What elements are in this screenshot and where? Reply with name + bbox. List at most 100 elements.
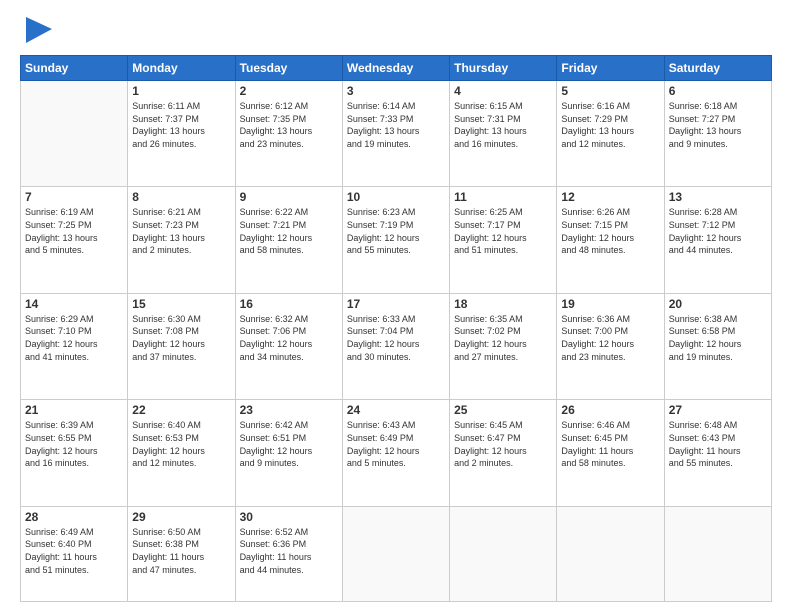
calendar-cell: 9 Sunrise: 6:22 AM Sunset: 7:21 PM Daylig… [235, 187, 342, 293]
cell-info: Sunrise: 6:33 AM Sunset: 7:04 PM Dayligh… [347, 313, 445, 363]
day-number: 5 [561, 84, 659, 98]
calendar-cell: 16 Sunrise: 6:32 AM Sunset: 7:06 PM Dayli… [235, 293, 342, 399]
day-number: 13 [669, 190, 767, 204]
cell-info: Sunrise: 6:23 AM Sunset: 7:19 PM Dayligh… [347, 206, 445, 256]
calendar-cell [21, 81, 128, 187]
logo [20, 15, 54, 45]
day-number: 14 [25, 297, 123, 311]
header [20, 15, 772, 45]
cell-info: Sunrise: 6:40 AM Sunset: 6:53 PM Dayligh… [132, 419, 230, 469]
day-number: 29 [132, 510, 230, 524]
calendar-cell: 21 Sunrise: 6:39 AM Sunset: 6:55 PM Dayli… [21, 400, 128, 506]
cell-info: Sunrise: 6:15 AM Sunset: 7:31 PM Dayligh… [454, 100, 552, 150]
day-number: 27 [669, 403, 767, 417]
calendar-cell: 19 Sunrise: 6:36 AM Sunset: 7:00 PM Dayli… [557, 293, 664, 399]
cell-info: Sunrise: 6:49 AM Sunset: 6:40 PM Dayligh… [25, 526, 123, 576]
day-number: 23 [240, 403, 338, 417]
calendar-cell [342, 506, 449, 601]
weekday-header: Saturday [664, 56, 771, 81]
day-number: 18 [454, 297, 552, 311]
day-number: 16 [240, 297, 338, 311]
day-number: 15 [132, 297, 230, 311]
day-number: 30 [240, 510, 338, 524]
day-number: 2 [240, 84, 338, 98]
calendar-table: SundayMondayTuesdayWednesdayThursdayFrid… [20, 55, 772, 602]
cell-info: Sunrise: 6:45 AM Sunset: 6:47 PM Dayligh… [454, 419, 552, 469]
day-number: 26 [561, 403, 659, 417]
calendar-header-row: SundayMondayTuesdayWednesdayThursdayFrid… [21, 56, 772, 81]
calendar-cell [557, 506, 664, 601]
calendar-cell: 26 Sunrise: 6:46 AM Sunset: 6:45 PM Dayli… [557, 400, 664, 506]
cell-info: Sunrise: 6:43 AM Sunset: 6:49 PM Dayligh… [347, 419, 445, 469]
calendar-cell: 12 Sunrise: 6:26 AM Sunset: 7:15 PM Dayli… [557, 187, 664, 293]
cell-info: Sunrise: 6:22 AM Sunset: 7:21 PM Dayligh… [240, 206, 338, 256]
calendar-week-row: 21 Sunrise: 6:39 AM Sunset: 6:55 PM Dayli… [21, 400, 772, 506]
calendar-cell: 22 Sunrise: 6:40 AM Sunset: 6:53 PM Dayli… [128, 400, 235, 506]
cell-info: Sunrise: 6:35 AM Sunset: 7:02 PM Dayligh… [454, 313, 552, 363]
calendar-cell: 5 Sunrise: 6:16 AM Sunset: 7:29 PM Daylig… [557, 81, 664, 187]
day-number: 22 [132, 403, 230, 417]
calendar-week-row: 1 Sunrise: 6:11 AM Sunset: 7:37 PM Daylig… [21, 81, 772, 187]
cell-info: Sunrise: 6:18 AM Sunset: 7:27 PM Dayligh… [669, 100, 767, 150]
day-number: 3 [347, 84, 445, 98]
calendar-cell [450, 506, 557, 601]
calendar-cell: 11Sunrise: 6:25 AM Sunset: 7:17 PM Dayli… [450, 187, 557, 293]
calendar-cell: 15 Sunrise: 6:30 AM Sunset: 7:08 PM Dayli… [128, 293, 235, 399]
calendar-week-row: 28 Sunrise: 6:49 AM Sunset: 6:40 PM Dayli… [21, 506, 772, 601]
weekday-header: Friday [557, 56, 664, 81]
logo-icon [24, 15, 54, 45]
calendar-cell: 17 Sunrise: 6:33 AM Sunset: 7:04 PM Dayli… [342, 293, 449, 399]
cell-info: Sunrise: 6:30 AM Sunset: 7:08 PM Dayligh… [132, 313, 230, 363]
day-number: 8 [132, 190, 230, 204]
cell-info: Sunrise: 6:21 AM Sunset: 7:23 PM Dayligh… [132, 206, 230, 256]
cell-info: Sunrise: 6:28 AM Sunset: 7:12 PM Dayligh… [669, 206, 767, 256]
day-number: 6 [669, 84, 767, 98]
cell-info: Sunrise: 6:46 AM Sunset: 6:45 PM Dayligh… [561, 419, 659, 469]
cell-info: Sunrise: 6:36 AM Sunset: 7:00 PM Dayligh… [561, 313, 659, 363]
weekday-header: Tuesday [235, 56, 342, 81]
day-number: 10 [347, 190, 445, 204]
cell-info: Sunrise: 6:39 AM Sunset: 6:55 PM Dayligh… [25, 419, 123, 469]
calendar-week-row: 14 Sunrise: 6:29 AM Sunset: 7:10 PM Dayli… [21, 293, 772, 399]
calendar-cell: 1 Sunrise: 6:11 AM Sunset: 7:37 PM Daylig… [128, 81, 235, 187]
cell-info: Sunrise: 6:29 AM Sunset: 7:10 PM Dayligh… [25, 313, 123, 363]
cell-info: Sunrise: 6:38 AM Sunset: 6:58 PM Dayligh… [669, 313, 767, 363]
cell-info: Sunrise: 6:32 AM Sunset: 7:06 PM Dayligh… [240, 313, 338, 363]
calendar-cell: 24 Sunrise: 6:43 AM Sunset: 6:49 PM Dayli… [342, 400, 449, 506]
cell-info: Sunrise: 6:25 AM Sunset: 7:17 PM Dayligh… [454, 206, 552, 256]
day-number: 9 [240, 190, 338, 204]
calendar-cell: 3 Sunrise: 6:14 AM Sunset: 7:33 PM Daylig… [342, 81, 449, 187]
cell-info: Sunrise: 6:50 AM Sunset: 6:38 PM Dayligh… [132, 526, 230, 576]
cell-info: Sunrise: 6:26 AM Sunset: 7:15 PM Dayligh… [561, 206, 659, 256]
day-number: 17 [347, 297, 445, 311]
calendar-cell: 27Sunrise: 6:48 AM Sunset: 6:43 PM Dayli… [664, 400, 771, 506]
cell-info: Sunrise: 6:16 AM Sunset: 7:29 PM Dayligh… [561, 100, 659, 150]
calendar-cell: 25 Sunrise: 6:45 AM Sunset: 6:47 PM Dayli… [450, 400, 557, 506]
day-number: 19 [561, 297, 659, 311]
calendar-cell: 28 Sunrise: 6:49 AM Sunset: 6:40 PM Dayli… [21, 506, 128, 601]
weekday-header: Wednesday [342, 56, 449, 81]
day-number: 12 [561, 190, 659, 204]
day-number: 21 [25, 403, 123, 417]
calendar-cell: 7Sunrise: 6:19 AM Sunset: 7:25 PM Daylig… [21, 187, 128, 293]
calendar-cell: 8 Sunrise: 6:21 AM Sunset: 7:23 PM Daylig… [128, 187, 235, 293]
calendar-cell: 13 Sunrise: 6:28 AM Sunset: 7:12 PM Dayli… [664, 187, 771, 293]
day-number: 1 [132, 84, 230, 98]
calendar-cell: 18 Sunrise: 6:35 AM Sunset: 7:02 PM Dayli… [450, 293, 557, 399]
calendar-cell: 4Sunrise: 6:15 AM Sunset: 7:31 PM Daylig… [450, 81, 557, 187]
weekday-header: Monday [128, 56, 235, 81]
day-number: 20 [669, 297, 767, 311]
day-number: 25 [454, 403, 552, 417]
calendar-cell: 23Sunrise: 6:42 AM Sunset: 6:51 PM Dayli… [235, 400, 342, 506]
calendar-cell: 30 Sunrise: 6:52 AM Sunset: 6:36 PM Dayli… [235, 506, 342, 601]
cell-info: Sunrise: 6:52 AM Sunset: 6:36 PM Dayligh… [240, 526, 338, 576]
calendar-week-row: 7Sunrise: 6:19 AM Sunset: 7:25 PM Daylig… [21, 187, 772, 293]
cell-info: Sunrise: 6:11 AM Sunset: 7:37 PM Dayligh… [132, 100, 230, 150]
calendar-cell: 29 Sunrise: 6:50 AM Sunset: 6:38 PM Dayli… [128, 506, 235, 601]
cell-info: Sunrise: 6:19 AM Sunset: 7:25 PM Dayligh… [25, 206, 123, 256]
weekday-header: Thursday [450, 56, 557, 81]
day-number: 28 [25, 510, 123, 524]
cell-info: Sunrise: 6:14 AM Sunset: 7:33 PM Dayligh… [347, 100, 445, 150]
weekday-header: Sunday [21, 56, 128, 81]
day-number: 24 [347, 403, 445, 417]
